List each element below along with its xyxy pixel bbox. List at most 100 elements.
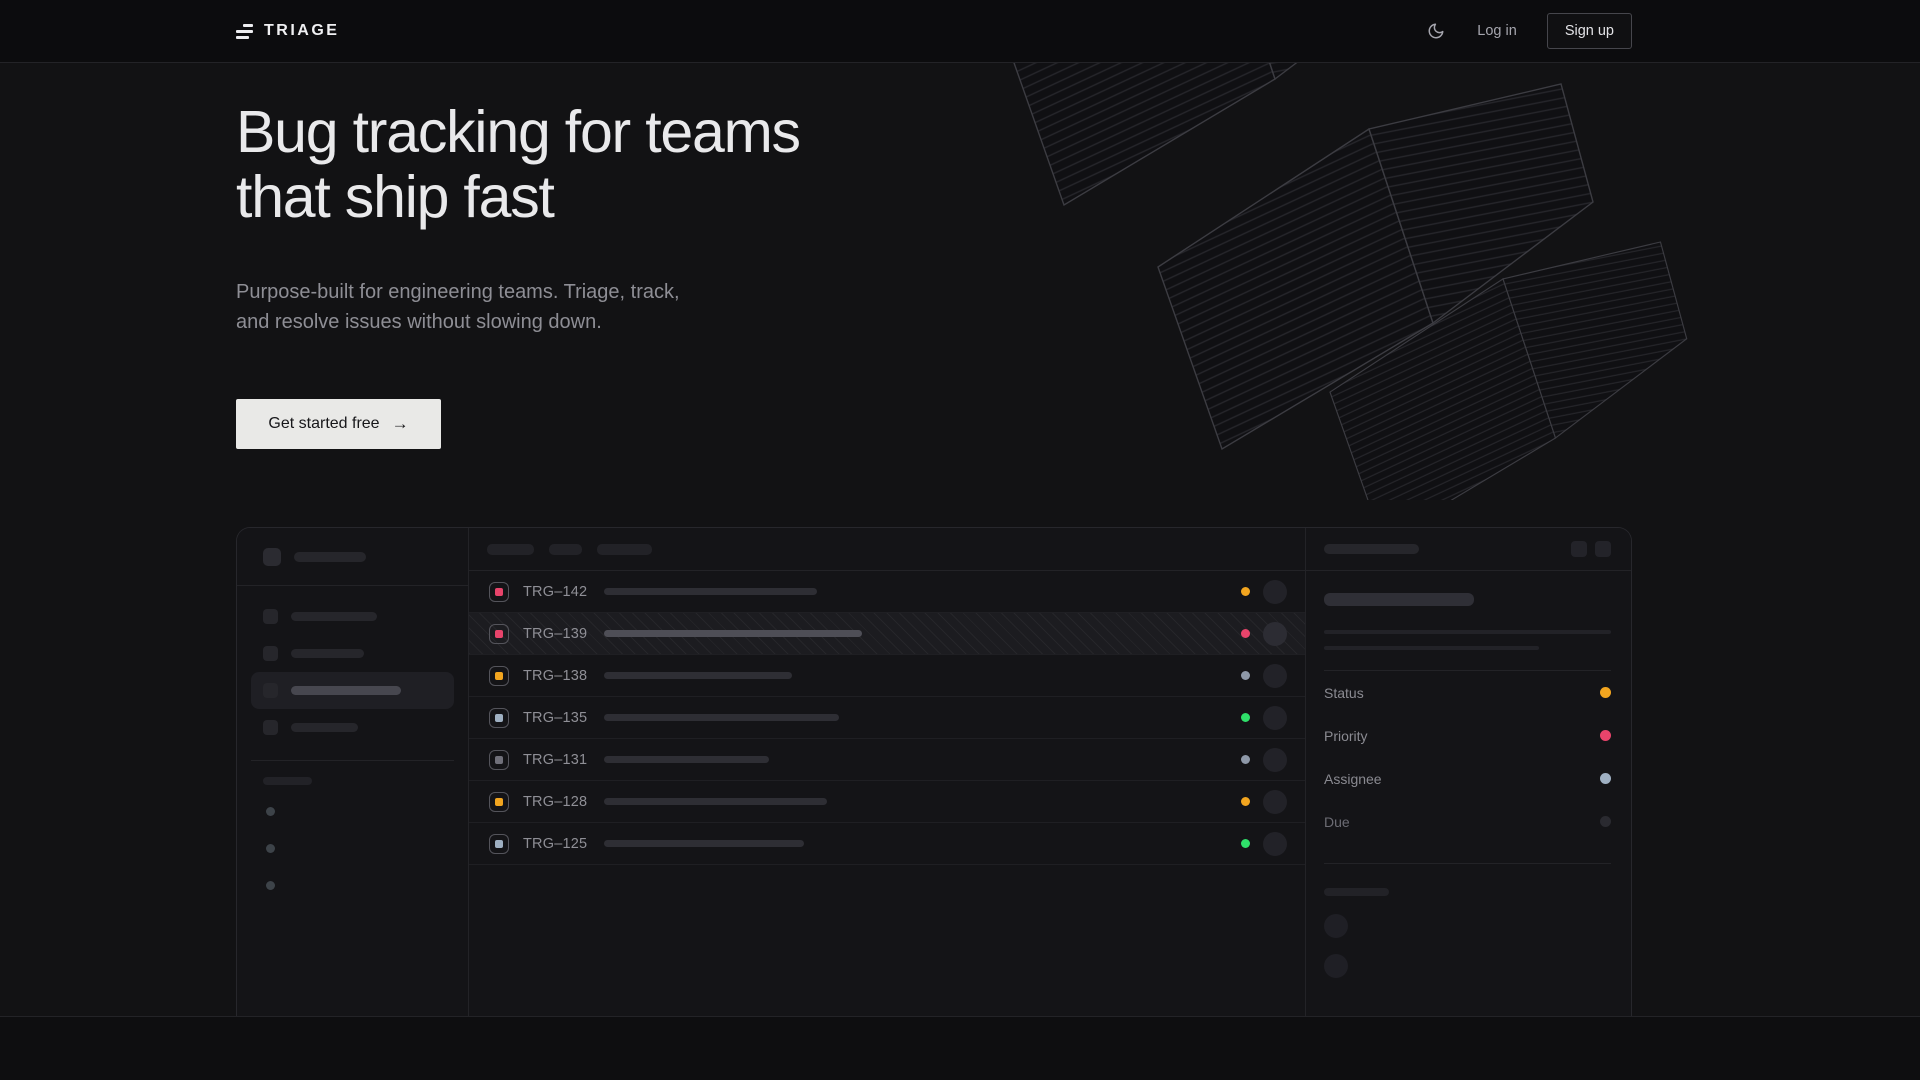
issue-type-icon — [489, 624, 509, 644]
brand-name: TRIAGE — [264, 22, 339, 40]
issue-row-meta — [1241, 580, 1305, 604]
issue-list-pane: TRG–142 TRG–139 TRG–138 TRG–135 TRG– — [469, 528, 1305, 1016]
get-started-button[interactable]: Get started free → — [236, 399, 441, 449]
issue-list: TRG–142 TRG–139 TRG–138 TRG–135 TRG– — [469, 571, 1305, 865]
issue-row[interactable]: TRG–139 — [469, 613, 1305, 655]
skeleton-bar — [291, 612, 377, 621]
navbar-actions: Log in Sign up — [1425, 13, 1632, 49]
property-label: Priority — [1324, 728, 1368, 744]
mockup-sidebar-header — [237, 528, 468, 586]
theme-toggle-button[interactable] — [1425, 20, 1447, 42]
issue-id: TRG–125 — [523, 836, 589, 852]
status-dot — [1241, 839, 1250, 848]
divider — [251, 760, 454, 761]
issue-row-meta — [1241, 748, 1305, 772]
property-list: Status Priority Assignee Due — [1324, 671, 1611, 843]
assignee-avatar — [1263, 622, 1287, 646]
issue-row[interactable]: TRG–135 — [469, 697, 1305, 739]
brand[interactable]: TRIAGE — [236, 22, 339, 40]
issue-row[interactable]: TRG–128 — [469, 781, 1305, 823]
list-dot-skeleton — [266, 881, 275, 890]
issue-type-icon — [489, 792, 509, 812]
signup-button[interactable]: Sign up — [1547, 13, 1632, 49]
sidebar-nav-item-active[interactable] — [251, 672, 454, 709]
description-line-skeleton — [1324, 630, 1611, 634]
property-label: Due — [1324, 814, 1350, 830]
property-row[interactable]: Status — [1324, 671, 1611, 714]
issue-title-skeleton — [1324, 593, 1474, 606]
status-dot — [1241, 713, 1250, 722]
wireframe-panels-decoration — [1000, 0, 1920, 500]
list-toolbar — [469, 528, 1305, 571]
assignee-avatar — [1263, 664, 1287, 688]
property-value-dot — [1600, 773, 1611, 784]
issue-row-meta — [1241, 622, 1305, 646]
activity-avatar-skeleton — [1324, 914, 1348, 938]
status-dot — [1241, 797, 1250, 806]
issue-row-meta — [1241, 790, 1305, 814]
status-dot — [1241, 629, 1250, 638]
skeleton-bar — [291, 686, 401, 695]
sidebar-nav-item[interactable] — [251, 635, 454, 672]
issue-type-icon — [489, 666, 509, 686]
assignee-avatar — [1263, 790, 1287, 814]
activity-avatar-skeleton — [1324, 954, 1348, 978]
cta-label: Get started free — [268, 415, 379, 433]
issue-row[interactable]: TRG–131 — [469, 739, 1305, 781]
issue-id: TRG–138 — [523, 668, 589, 684]
property-value-dot — [1600, 687, 1611, 698]
login-link[interactable]: Log in — [1477, 23, 1517, 39]
assignee-avatar — [1263, 832, 1287, 856]
panel-header — [1306, 528, 1631, 571]
issue-row[interactable]: TRG–138 — [469, 655, 1305, 697]
hero-subtitle: Purpose-built for engineering teams. Tri… — [236, 277, 716, 337]
sidebar-nav-item[interactable] — [251, 598, 454, 635]
sidebar-nav-item[interactable] — [251, 709, 454, 746]
filter-skeleton — [597, 544, 652, 555]
list-dot-skeleton — [266, 807, 275, 816]
issue-id: TRG–131 — [523, 752, 589, 768]
filter-skeleton — [549, 544, 582, 555]
issue-id: TRG–139 — [523, 626, 589, 642]
hero-section: Bug tracking for teams that ship fast Pu… — [236, 100, 800, 337]
issue-id: TRG–135 — [523, 710, 589, 726]
issue-row[interactable]: TRG–142 — [469, 571, 1305, 613]
issue-row[interactable]: TRG–125 — [469, 823, 1305, 865]
issue-title-skeleton — [604, 588, 817, 595]
property-label: Status — [1324, 685, 1364, 701]
panel-action-button[interactable] — [1571, 541, 1587, 557]
hero-title-line-1: Bug tracking for teams — [236, 100, 800, 165]
assignee-avatar — [1263, 748, 1287, 772]
navbar: TRIAGE Log in Sign up — [0, 0, 1920, 63]
property-label: Assignee — [1324, 771, 1382, 787]
issue-type-icon — [489, 582, 509, 602]
workspace-avatar-skeleton — [263, 548, 281, 566]
property-row[interactable]: Due — [1324, 800, 1611, 843]
property-row[interactable]: Assignee — [1324, 757, 1611, 800]
issue-title-skeleton — [604, 630, 862, 637]
skeleton-bar — [294, 552, 366, 562]
issue-row-meta — [1241, 832, 1305, 856]
issue-title-skeleton — [604, 798, 827, 805]
hero-title-line-2: that ship fast — [236, 165, 800, 230]
nav-icon-skeleton — [263, 683, 278, 698]
divider — [1324, 863, 1611, 864]
panel-header-buttons — [1571, 541, 1611, 557]
status-dot — [1241, 587, 1250, 596]
description-line-skeleton — [1324, 646, 1539, 650]
filter-skeleton — [487, 544, 534, 555]
property-value-dot — [1600, 730, 1611, 741]
nav-icon-skeleton — [263, 609, 278, 624]
panel-body: Status Priority Assignee Due — [1306, 571, 1631, 978]
nav-icon-skeleton — [263, 720, 278, 735]
property-value-dot — [1600, 816, 1611, 827]
issue-id: TRG–142 — [523, 584, 589, 600]
panel-action-button[interactable] — [1595, 541, 1611, 557]
issue-title-skeleton — [604, 672, 792, 679]
skeleton-bar — [1324, 544, 1419, 554]
property-row[interactable]: Priority — [1324, 714, 1611, 757]
nav-icon-skeleton — [263, 646, 278, 661]
issue-title-skeleton — [604, 756, 769, 763]
status-dot — [1241, 671, 1250, 680]
issue-row-meta — [1241, 664, 1305, 688]
